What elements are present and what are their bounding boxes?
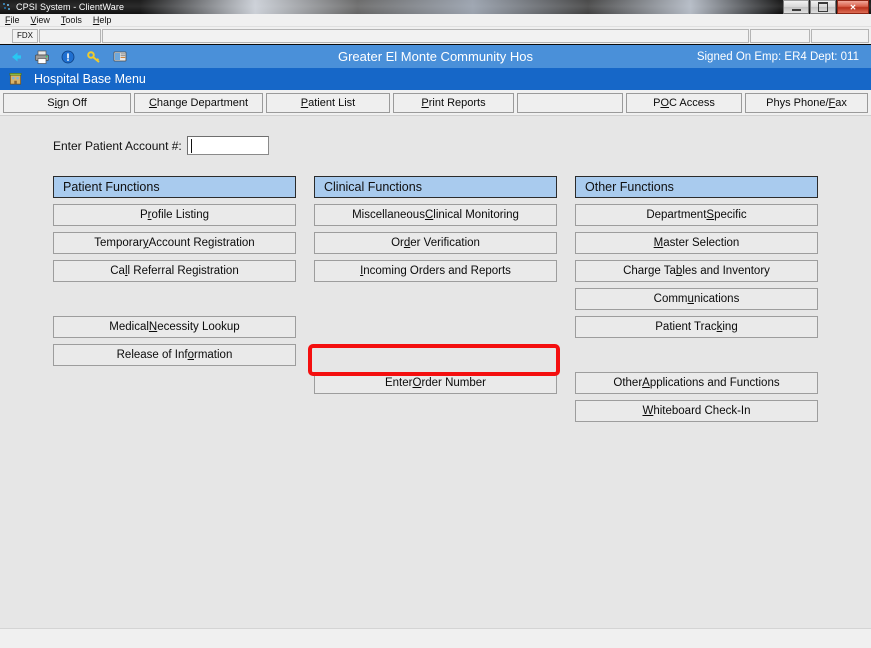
account-label: Enter Patient Account #: bbox=[53, 138, 182, 153]
menu-title-label: Hospital Base Menu bbox=[34, 72, 146, 86]
status-cell-3 bbox=[102, 28, 749, 43]
screen-icon[interactable] bbox=[112, 49, 128, 65]
fdx-indicator: FDX bbox=[12, 28, 38, 43]
other-functions-header: Other Functions bbox=[575, 176, 818, 198]
status-strip-pad bbox=[0, 29, 12, 43]
incoming-orders-and-reports-button[interactable]: Incoming Orders and Reports bbox=[314, 260, 557, 282]
signed-on-info: Signed On Emp: ER4 Dept: 011 bbox=[696, 50, 859, 63]
patient-tracking-button[interactable]: Patient Trac k ing bbox=[575, 316, 818, 338]
clinical-column-gap-3 bbox=[314, 344, 557, 366]
title-bar-glare bbox=[140, 0, 780, 14]
status-strip: FDX bbox=[0, 26, 871, 44]
call-referral-registration-button[interactable]: Ca l l Referral Registration bbox=[53, 260, 296, 282]
other-column-gap bbox=[575, 344, 818, 366]
application-window: CPSI System - ClientWare ✕ File View Too… bbox=[0, 0, 871, 648]
patient-list-button[interactable]: Patient List bbox=[266, 92, 390, 113]
patient-functions-column: Patient Functions Pr ofile Listing Tempor… bbox=[53, 176, 296, 372]
text-caret bbox=[190, 139, 192, 153]
building-icon bbox=[8, 71, 24, 87]
menu-item-file[interactable]: File bbox=[5, 15, 20, 25]
window-footer bbox=[0, 628, 871, 648]
patient-column-gap bbox=[53, 288, 296, 310]
content-area: Enter Patient Account #: Patient Functio… bbox=[0, 116, 871, 628]
medical-necessity-lookup-button[interactable]: Medical Necessity Lookup bbox=[53, 316, 296, 338]
menu-title-bar: Hospital Base Menu bbox=[0, 68, 871, 90]
toolbar-filler bbox=[517, 92, 623, 113]
icon-toolbar: Greater El Monte Community Hos Signed On… bbox=[0, 44, 871, 68]
minimize-button[interactable] bbox=[783, 0, 809, 14]
phys-phone-fax-button[interactable]: Phys Phone/Fax bbox=[745, 92, 868, 113]
patient-account-input[interactable] bbox=[186, 136, 269, 155]
temporary-account-registration-button[interactable]: Temporar y Account Registration bbox=[53, 232, 296, 254]
status-cell-2 bbox=[39, 28, 101, 43]
miscellaneous-clinical-monitoring-button[interactable]: Miscellaneous Clinical Monitoring bbox=[314, 204, 557, 226]
action-toolbar: Si gn Off Change Department Patient List … bbox=[0, 90, 871, 116]
clinical-functions-header: Clinical Functions bbox=[314, 176, 557, 198]
change-department-button[interactable]: Change Department bbox=[134, 92, 263, 113]
other-applications-and-functions-button[interactable]: Other Applications and Functions bbox=[575, 372, 818, 394]
communications-button[interactable]: Comm u nications bbox=[575, 288, 818, 310]
clinical-functions-column: Clinical Functions Miscellaneous Clinica… bbox=[314, 176, 557, 400]
other-functions-column: Other Functions Department Specific Mast… bbox=[575, 176, 818, 428]
print-reports-button[interactable]: Print Reports bbox=[393, 92, 514, 113]
sign-off-button[interactable]: Si gn Off bbox=[3, 92, 131, 113]
menu-item-tools[interactable]: Tools bbox=[61, 15, 82, 25]
close-button[interactable]: ✕ bbox=[837, 0, 869, 14]
menu-bar: File View Tools Help bbox=[0, 14, 871, 26]
menu-item-view[interactable]: View bbox=[31, 15, 50, 25]
charge-tables-and-inventory-button[interactable]: Charge Ta b les and Inventory bbox=[575, 260, 818, 282]
menu-item-help[interactable]: Help bbox=[93, 15, 112, 25]
clinical-column-gap-1 bbox=[314, 288, 557, 310]
icon-toolbar-icons bbox=[0, 49, 128, 65]
back-arrow-icon[interactable] bbox=[8, 49, 24, 65]
app-icon bbox=[3, 2, 12, 12]
window-title: CPSI System - ClientWare bbox=[16, 2, 125, 12]
profile-listing-button[interactable]: Pr ofile Listing bbox=[53, 204, 296, 226]
whiteboard-check-in-button[interactable]: Whiteboard Check-In bbox=[575, 400, 818, 422]
patient-functions-header: Patient Functions bbox=[53, 176, 296, 198]
clinical-column-gap-2 bbox=[314, 316, 557, 338]
status-cell-5 bbox=[811, 28, 869, 43]
window-controls: ✕ bbox=[782, 0, 869, 14]
key-icon[interactable] bbox=[86, 49, 102, 65]
info-icon[interactable] bbox=[60, 49, 76, 65]
order-verification-button[interactable]: Or d er Verification bbox=[314, 232, 557, 254]
printer-icon[interactable] bbox=[34, 49, 50, 65]
enter-order-number-button[interactable]: Enter Order Number bbox=[314, 372, 557, 394]
title-bar: CPSI System - ClientWare ✕ bbox=[0, 0, 871, 14]
release-of-information-button[interactable]: Release of Inf o rmation bbox=[53, 344, 296, 366]
poc-access-button[interactable]: POC Access bbox=[626, 92, 742, 113]
account-entry-row: Enter Patient Account #: bbox=[53, 136, 269, 155]
master-selection-button[interactable]: Master Selection bbox=[575, 232, 818, 254]
department-specific-button[interactable]: Department Specific bbox=[575, 204, 818, 226]
maximize-button[interactable] bbox=[810, 0, 836, 14]
status-cell-4 bbox=[750, 28, 810, 43]
